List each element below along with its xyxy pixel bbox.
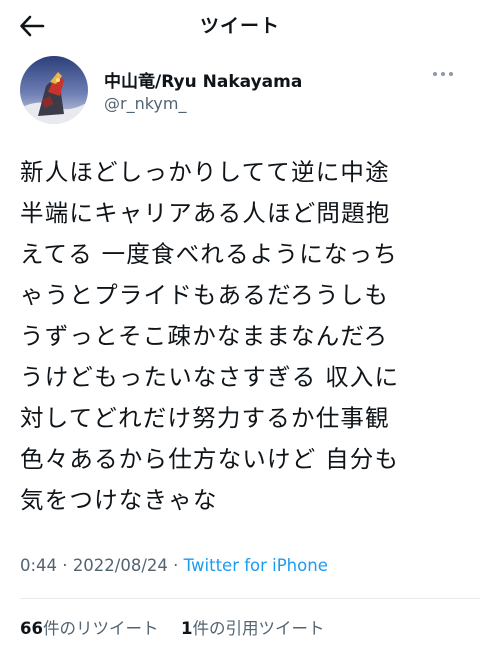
more-dots-icon bbox=[433, 72, 453, 76]
retweets-count: 66 bbox=[20, 619, 43, 638]
tweet-text: 新人ほどしっかりしてて逆に中途 半端にキャリアある人ほど問題抱 えてる 一度食べ… bbox=[20, 152, 465, 521]
meta-separator: · bbox=[167, 556, 184, 575]
quotes-label: 件の引用ツイート bbox=[192, 619, 325, 638]
author-row: 中山竜/Ryu Nakayama @r_nkym_ bbox=[20, 56, 460, 126]
tweet-meta: 0:44 · 2022/08/24 · Twitter for iPhone bbox=[20, 556, 328, 575]
avatar[interactable] bbox=[20, 56, 88, 124]
tweet-line: 気をつけなきゃな bbox=[20, 486, 218, 514]
tweet-line: うずっとそこ疎かなままなんだろ bbox=[20, 322, 389, 350]
divider bbox=[20, 598, 480, 599]
author-handle[interactable]: @r_nkym_ bbox=[104, 94, 186, 113]
retweets-label: 件のリツイート bbox=[42, 619, 159, 638]
tweet-line: 新人ほどしっかりしてて逆に中途 bbox=[20, 158, 390, 186]
retweets-stat[interactable]: 66件のリツイート bbox=[20, 619, 158, 638]
meta-separator: · bbox=[57, 556, 73, 575]
quotes-count: 1 bbox=[180, 619, 193, 638]
source-link[interactable]: Twitter for iPhone bbox=[184, 556, 328, 575]
tweet-detail-page: ツイート 中山竜/Ryu Nakayama @r_nkym_ 新人ほどしっかりし… bbox=[0, 0, 480, 659]
tweet-line: ゃうとプライドもあるだろうしも bbox=[20, 281, 390, 309]
tweet-time: 0:44 bbox=[20, 556, 58, 575]
tweet-line: うけどもったいなさすぎる 収入に bbox=[20, 363, 400, 391]
avatar-image bbox=[20, 56, 88, 124]
tweet-date: 2022/08/24 bbox=[72, 556, 168, 575]
tweet-line: 色々あるから仕方ないけど 自分も bbox=[20, 445, 400, 473]
top-bar: ツイート bbox=[0, 0, 480, 50]
author-name[interactable]: 中山竜/Ryu Nakayama bbox=[104, 67, 302, 92]
tweet-stats: 66件のリツイート 1件の引用ツイート bbox=[20, 615, 324, 639]
quotes-stat[interactable]: 1件の引用ツイート bbox=[181, 619, 324, 638]
page-title: ツイート bbox=[199, 15, 280, 37]
tweet-line: えてる 一度食べれるようになっち bbox=[20, 240, 398, 268]
more-button[interactable] bbox=[428, 64, 458, 84]
tweet-line: 対してどれだけ努力するか仕事観 bbox=[20, 404, 390, 432]
tweet-line: 半端にキャリアある人ほど問題抱 bbox=[20, 199, 391, 227]
